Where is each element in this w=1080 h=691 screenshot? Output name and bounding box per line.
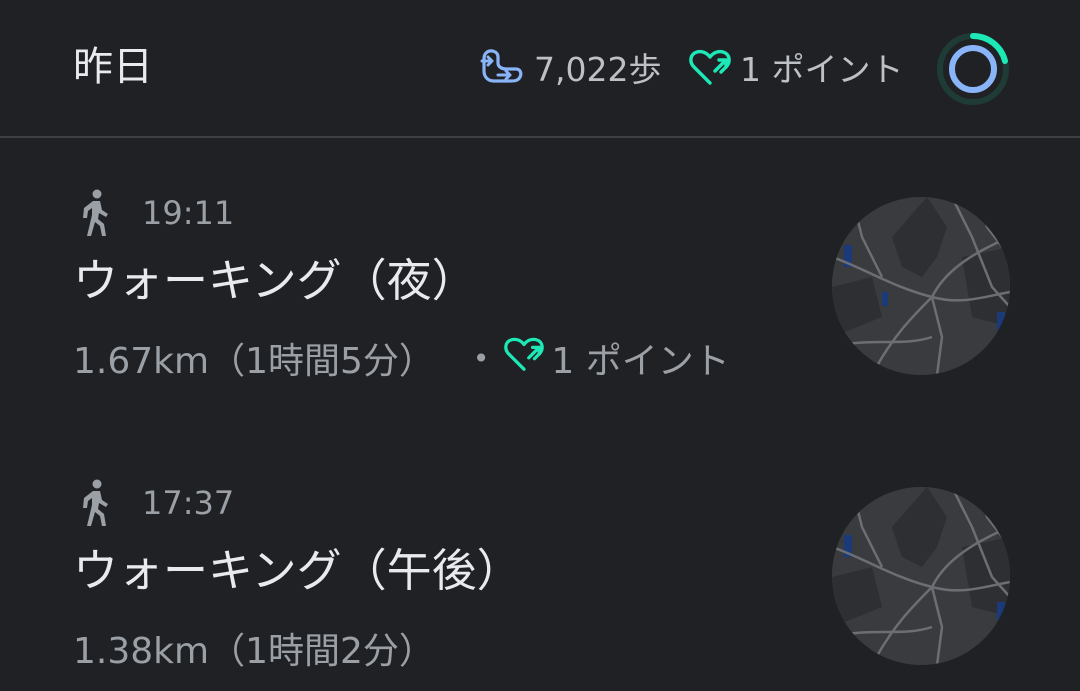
distance-duration: 1.38km（1時間2分） bbox=[73, 631, 435, 672]
heart-points-stat: 1 ポイント bbox=[688, 44, 904, 90]
day-summary-header[interactable]: 昨日 7,022歩 1 ポイント bbox=[0, 0, 1080, 138]
activity-title: ウォーキング（夜） bbox=[73, 254, 477, 307]
activity-item-2[interactable]: 17:37 ウォーキング（午後） 1.38km（1時間2分） bbox=[0, 460, 1080, 691]
steps-stat: 7,022歩 bbox=[480, 44, 661, 90]
distance-duration: 1.67km（1時間5分） bbox=[73, 341, 435, 382]
activity-summary: 1.38km（1時間2分） bbox=[73, 622, 435, 674]
heart-points-count: 1 ポイント bbox=[740, 50, 904, 89]
route-map-thumbnail[interactable] bbox=[832, 487, 1010, 665]
steps-count: 7,022歩 bbox=[534, 50, 662, 89]
day-title: 昨日 bbox=[73, 44, 153, 90]
steps-icon bbox=[480, 47, 524, 87]
heart-points-icon bbox=[503, 335, 545, 382]
walking-icon bbox=[78, 478, 112, 528]
activity-time: 19:11 bbox=[142, 194, 235, 232]
route-map-thumbnail[interactable] bbox=[832, 197, 1010, 375]
activity-time: 17:37 bbox=[142, 484, 235, 522]
activity-summary: 1.67km（1時間5分） • 1 ポイント bbox=[73, 332, 730, 384]
activity-heart-points: 1 ポイント bbox=[551, 341, 730, 382]
heart-points-icon bbox=[688, 47, 732, 87]
daily-goal-ring[interactable] bbox=[936, 32, 1010, 106]
activity-journal-screen: 昨日 7,022歩 1 ポイント 19:11 ウォーキング（夜） 1.67km（… bbox=[0, 0, 1080, 691]
walking-icon bbox=[78, 188, 112, 238]
activity-item-1[interactable]: 19:11 ウォーキング（夜） 1.67km（1時間5分） • 1 ポイント bbox=[0, 170, 1080, 430]
activity-title: ウォーキング（午後） bbox=[73, 544, 522, 597]
separator-dot: • bbox=[472, 341, 490, 375]
